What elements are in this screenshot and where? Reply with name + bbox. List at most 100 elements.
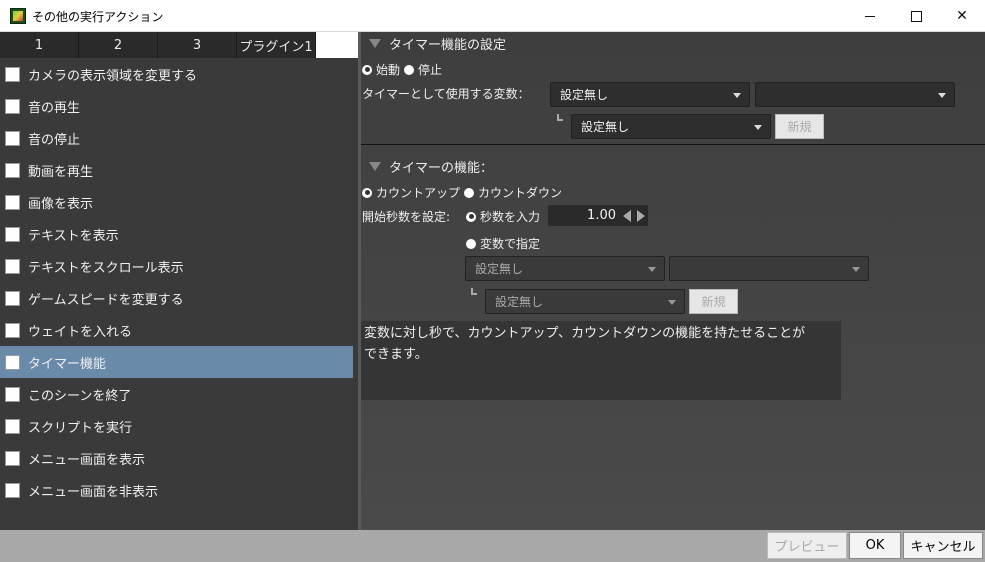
minimize-button[interactable] [847, 0, 893, 32]
by-variable-row: 変数で指定 [466, 235, 544, 252]
checkbox[interactable] [5, 194, 20, 210]
tab-2[interactable]: 2 [79, 32, 158, 58]
collapse-triangle-icon [369, 162, 381, 171]
start-stop-row: 始動 停止 [362, 61, 446, 78]
list-item[interactable]: メニュー画面を表示 [0, 442, 353, 474]
list-item[interactable]: テキストを表示 [0, 218, 353, 250]
list-item-selected[interactable]: タイマー機能 [0, 346, 353, 378]
checkbox[interactable] [5, 98, 20, 114]
timer-variable-sub2-select[interactable]: 設定無し [571, 114, 771, 139]
decrement-arrow-icon[interactable] [620, 205, 634, 226]
radio-countdown-label: カウントダウン [478, 186, 563, 200]
checkbox[interactable] [5, 66, 20, 82]
checkbox[interactable] [5, 130, 20, 146]
collapse-triangle-icon [369, 39, 381, 48]
list-item[interactable]: カメラの表示領域を変更する [0, 58, 353, 90]
description-line-1: 変数に対し秒で、カウントアップ、カウントダウンの機能を持たせることが [364, 326, 806, 341]
timer-variable-select[interactable]: 設定無し [550, 82, 750, 107]
tab-bar: 1 2 3 プラグイン1 [0, 32, 358, 58]
nested-corner-icon [557, 114, 563, 121]
checkbox[interactable] [5, 418, 20, 434]
checkbox[interactable] [5, 482, 20, 498]
list-item-label: 音の再生 [28, 100, 81, 116]
list-item-label: 動画を再生 [28, 164, 94, 180]
chevron-down-icon [668, 300, 676, 305]
list-item-label: テキストをスクロール表示 [28, 260, 184, 276]
action-list-panel: 1 2 3 プラグイン1 カメラの表示領域を変更する 音の再生 音の停止 動画を… [0, 32, 358, 530]
tab-plugin1[interactable]: プラグイン1 [237, 32, 316, 58]
radio-start-label: 始動 [376, 63, 401, 77]
list-item-label: カメラの表示領域を変更する [28, 68, 198, 84]
close-button[interactable]: ✕ [939, 0, 985, 32]
window-title: その他の実行アクション [32, 10, 164, 24]
radio-start[interactable] [362, 64, 372, 75]
list-item[interactable]: テキストをスクロール表示 [0, 250, 353, 282]
checkbox[interactable] [5, 354, 20, 370]
seconds-spinner[interactable]: 1.00 [548, 205, 648, 226]
seconds-variable-sub-select[interactable] [669, 256, 869, 281]
list-item-label: メニュー画面を表示 [28, 452, 146, 468]
seconds-variable-select[interactable]: 設定無し [465, 256, 665, 281]
checkbox[interactable] [5, 258, 20, 274]
checkbox[interactable] [5, 450, 20, 466]
description-line-2: できます。 [364, 347, 428, 362]
seconds-new-button[interactable]: 新規 [689, 289, 738, 314]
radio-by-variable-label: 変数で指定 [480, 237, 541, 251]
app-icon [10, 8, 26, 24]
chevron-down-icon [648, 267, 656, 272]
description-box: 変数に対し秒で、カウントアップ、カウントダウンの機能を持たせることが できます。 [361, 321, 841, 400]
checkbox[interactable] [5, 162, 20, 178]
list-item[interactable]: ゲームスピードを変更する [0, 282, 353, 314]
variable-label: タイマーとして使用する変数： [362, 87, 530, 101]
list-item[interactable]: メニュー画面を非表示 [0, 474, 353, 506]
list-item-label: メニュー画面を非表示 [28, 484, 159, 500]
footer-bar: プレビュー OK キャンセル [0, 530, 985, 562]
title-bar: その他の実行アクション ✕ [0, 0, 985, 32]
list-item[interactable]: 動画を再生 [0, 154, 353, 186]
nested-corner-icon [471, 288, 477, 295]
timer-function-heading[interactable]: タイマーの機能： [369, 157, 493, 176]
timer-settings-heading[interactable]: タイマー機能の設定 [369, 34, 506, 53]
radio-by-variable[interactable] [466, 238, 476, 249]
direction-row: カウントアップ カウントダウン [362, 184, 566, 201]
list-item[interactable]: 画像を表示 [0, 186, 353, 218]
list-item[interactable]: このシーンを終了 [0, 378, 353, 410]
list-item-label: ゲームスピードを変更する [28, 292, 184, 308]
timer-variable-sub-select[interactable] [755, 82, 955, 107]
checkbox[interactable] [5, 290, 20, 306]
input-seconds-row: 秒数を入力 [466, 208, 544, 225]
list-item-label: スクリプトを実行 [28, 420, 133, 436]
ok-button[interactable]: OK [849, 532, 901, 559]
radio-input-seconds-label: 秒数を入力 [480, 210, 541, 224]
tab-bar-blank [316, 32, 358, 58]
maximize-button[interactable] [893, 0, 939, 32]
list-item[interactable]: 音の停止 [0, 122, 353, 154]
list-item-label: テキストを表示 [28, 228, 119, 244]
section-divider [361, 144, 985, 145]
seconds-value: 1.00 [587, 208, 616, 223]
list-item[interactable]: スクリプトを実行 [0, 410, 353, 442]
radio-countup-label: カウントアップ [376, 186, 461, 200]
chevron-down-icon [938, 93, 946, 98]
checkbox[interactable] [5, 226, 20, 242]
checkbox[interactable] [5, 386, 20, 402]
radio-countdown[interactable] [464, 187, 475, 198]
list-item[interactable]: ウェイトを入れる [0, 314, 353, 346]
list-item-label: ウェイトを入れる [28, 324, 133, 340]
radio-input-seconds[interactable] [466, 211, 476, 222]
seconds-variable-sub2-select[interactable]: 設定無し [485, 289, 685, 314]
checkbox[interactable] [5, 322, 20, 338]
list-item-label: 画像を表示 [28, 196, 94, 212]
tab-1[interactable]: 1 [0, 32, 79, 58]
list-item[interactable]: 音の再生 [0, 90, 353, 122]
radio-countup[interactable] [362, 187, 372, 198]
radio-stop[interactable] [404, 64, 415, 75]
list-item-label: このシーンを終了 [28, 388, 132, 404]
list-item-label: タイマー機能 [28, 356, 107, 372]
increment-arrow-icon[interactable] [634, 205, 648, 226]
timer-new-button[interactable]: 新規 [775, 114, 824, 139]
tab-3[interactable]: 3 [158, 32, 237, 58]
list-item-label: 音の停止 [28, 132, 81, 148]
preview-button[interactable]: プレビュー [767, 532, 847, 559]
cancel-button[interactable]: キャンセル [903, 532, 983, 559]
